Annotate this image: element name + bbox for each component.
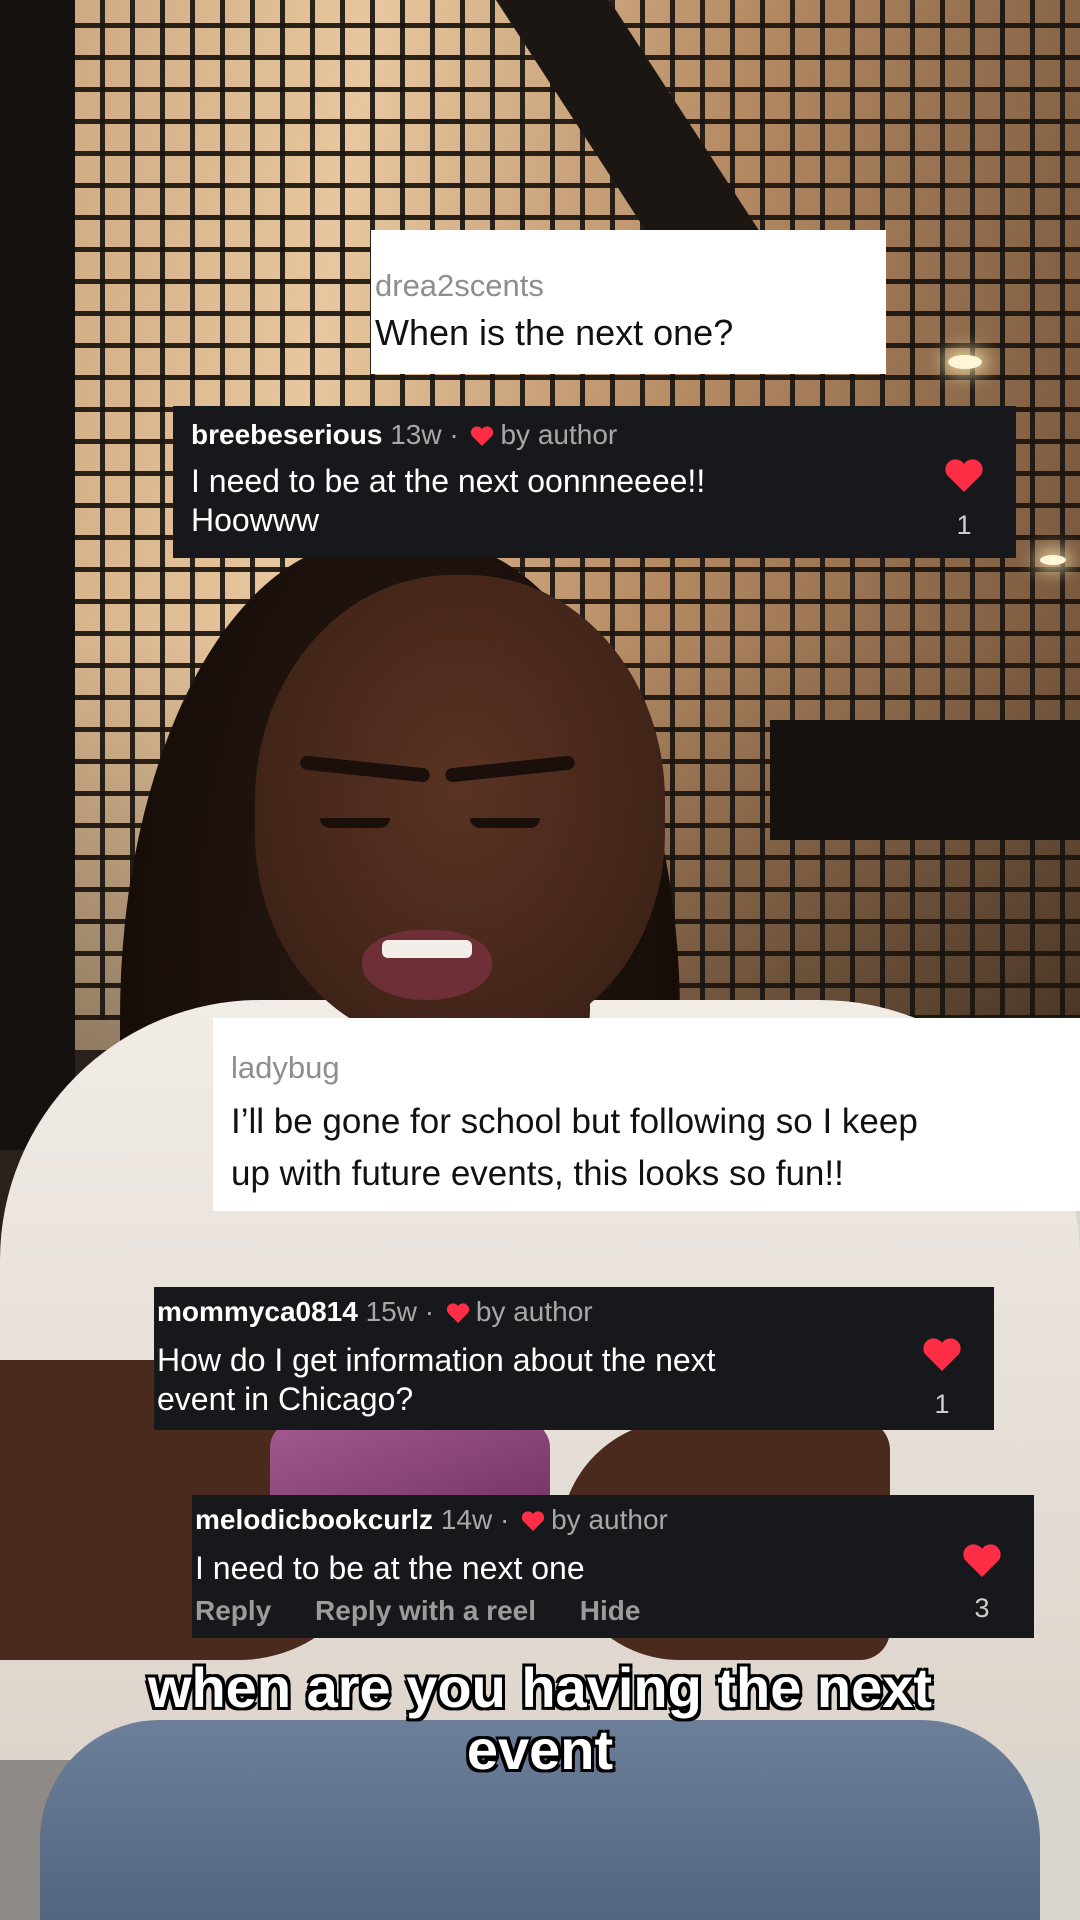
hide-button[interactable]: Hide [580, 1595, 641, 1626]
heart-icon[interactable] [922, 1337, 962, 1373]
meta-separator: · [499, 1504, 510, 1535]
person-teeth [382, 940, 472, 958]
comment-text-line-1: I’ll be gone for school but following so… [231, 1102, 918, 1141]
heart-mini-icon [446, 1303, 469, 1323]
liked-by-author: by author [500, 419, 618, 450]
liked-by-author: by author [551, 1504, 668, 1535]
right-eye [470, 818, 540, 828]
dark-pillar [0, 0, 75, 1150]
left-eye [320, 818, 390, 828]
comment-text: I’ll be gone for school but following so… [231, 1096, 1080, 1200]
ceiling-lamp [948, 355, 982, 369]
meta-separator: · [424, 1296, 435, 1327]
comment-card-mommyca0814[interactable]: mommyca0814 15w · by author How do I get… [154, 1287, 994, 1430]
comment-meta: mommyca0814 15w · by author [157, 1295, 994, 1329]
like-count: 3 [974, 1593, 990, 1623]
video-caption: when are you having the next event [40, 1655, 1040, 1782]
comment-card-ladybug[interactable]: ladybug I’ll be gone for school but foll… [213, 1018, 1080, 1211]
like-count: 1 [934, 1389, 950, 1419]
liked-by-author: by author [475, 1296, 593, 1327]
meta-separator: · [449, 419, 459, 450]
comment-username[interactable]: drea2scents [375, 268, 886, 304]
comment-text: I need to be at the next one [195, 1550, 585, 1586]
reply-button[interactable]: Reply [195, 1595, 271, 1626]
heart-mini-icon [521, 1511, 545, 1531]
comment-card-drea2scents[interactable]: drea2scents When is the next one? [371, 230, 886, 374]
caption-line-2: event [465, 1717, 614, 1782]
like-control[interactable]: 1 [920, 1337, 964, 1419]
like-count: 1 [956, 510, 972, 540]
comment-text-line-2: event in Chicago? [157, 1381, 414, 1417]
like-control[interactable]: 3 [960, 1543, 1004, 1623]
comment-username[interactable]: ladybug [231, 1050, 1080, 1086]
comment-text: I need to be at the next oonnneeee!! Hoo… [191, 462, 1016, 540]
comment-text-line-1: How do I get information about the next [157, 1342, 716, 1378]
heart-mini-icon [471, 426, 494, 446]
comment-card-melodicbookcurlz[interactable]: melodicbookcurlz 14w · by author I need … [192, 1495, 1034, 1638]
dark-ledge [770, 720, 1080, 840]
heart-icon[interactable] [962, 1543, 1002, 1579]
comment-meta: melodicbookcurlz 14w · by author [195, 1503, 1034, 1537]
ceiling-lamp-2 [1040, 555, 1066, 565]
comment-age: 14w [440, 1504, 493, 1535]
heart-icon[interactable] [944, 458, 984, 494]
caption-line-1: when are you having the next [146, 1655, 933, 1720]
comment-text: When is the next one? [375, 312, 734, 353]
comment-username[interactable]: melodicbookcurlz [195, 1504, 433, 1535]
reply-with-reel-button[interactable]: Reply with a reel [315, 1595, 536, 1626]
comment-text-line-2: Hoowww [191, 502, 320, 538]
comment-text: How do I get information about the next … [157, 1341, 994, 1419]
comment-actions: Reply Reply with a reel Hide [195, 1595, 676, 1627]
comment-text-line-1: I need to be at the next oonnneeee!! [191, 463, 706, 499]
comment-age: 13w [390, 419, 442, 450]
comment-age: 15w [365, 1296, 417, 1327]
comment-card-breebeserious[interactable]: breebeserious 13w · by author I need to … [173, 406, 1016, 558]
comment-username[interactable]: mommyca0814 [157, 1296, 358, 1327]
like-control[interactable]: 1 [942, 458, 986, 540]
comment-meta: breebeserious 13w · by author [191, 418, 1016, 452]
comment-username[interactable]: breebeserious [191, 419, 382, 450]
comment-text-line-2: up with future events, this looks so fun… [231, 1154, 844, 1193]
